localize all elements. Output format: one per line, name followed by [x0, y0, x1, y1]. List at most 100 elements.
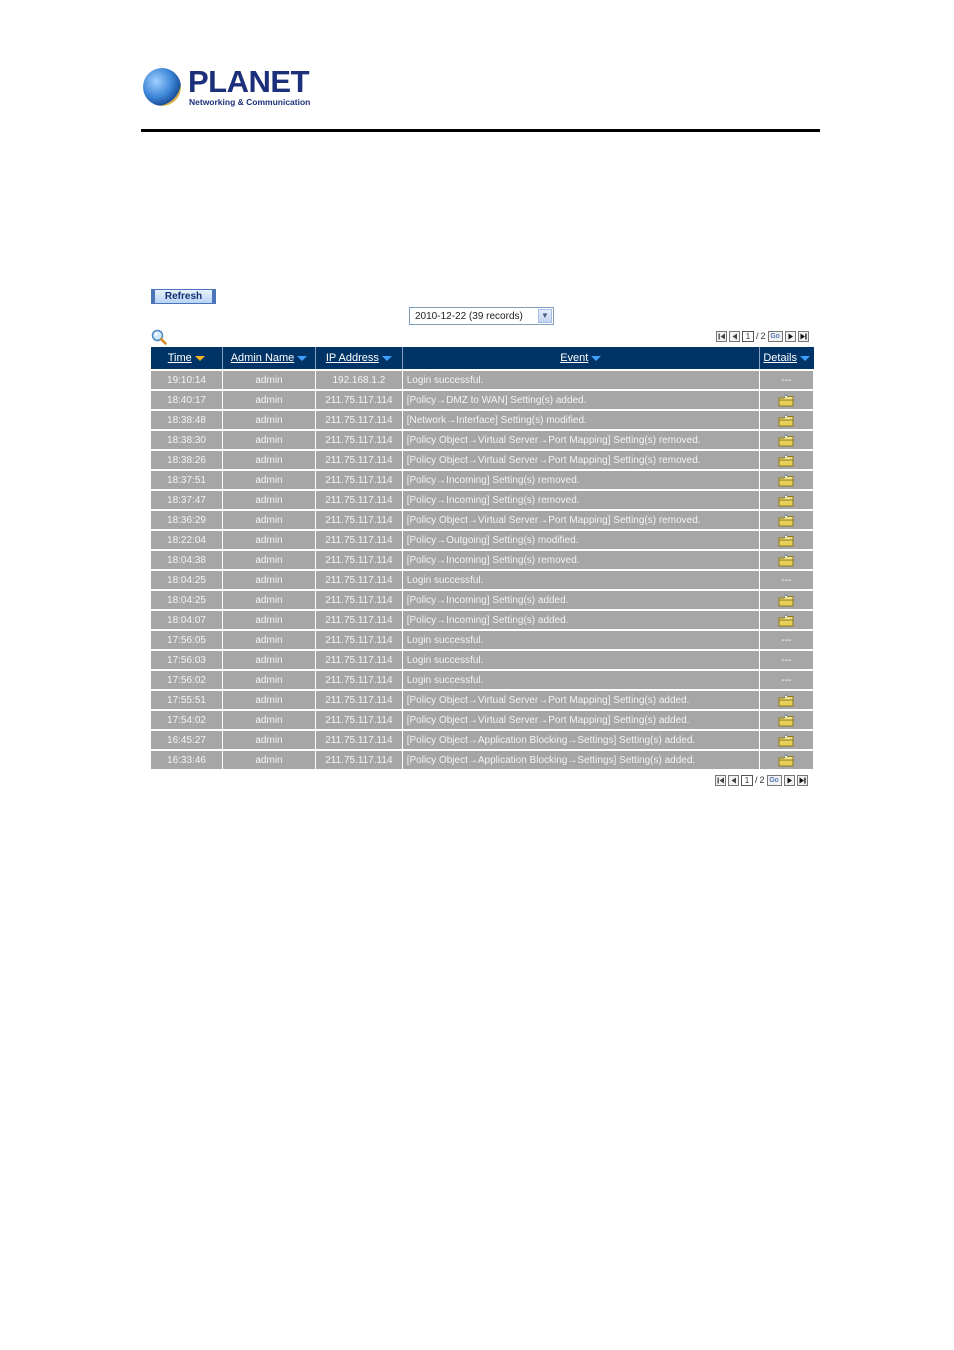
cell-details[interactable]	[758, 509, 815, 531]
column-header-ip-address[interactable]: IP Address	[315, 347, 403, 370]
sort-icon[interactable]	[799, 355, 810, 361]
cell-ip-address: 211.75.117.114	[315, 629, 403, 651]
cell-time: 18:38:30	[150, 429, 223, 451]
sort-icon[interactable]	[381, 355, 392, 361]
next-page-icon[interactable]	[783, 774, 795, 786]
sort-icon[interactable]	[591, 355, 602, 361]
folder-open-icon[interactable]	[778, 473, 794, 487]
last-page-icon[interactable]	[796, 774, 808, 786]
cell-ip-address: 211.75.117.114	[315, 509, 403, 531]
folder-open-icon[interactable]	[778, 693, 794, 707]
cell-admin-name: admin	[221, 469, 317, 491]
table-row: 17:55:51 admin 211.75.117.114 [Policy Objec…	[150, 689, 815, 711]
page-number-input[interactable]: 1	[741, 774, 753, 786]
cell-event: Login successful.	[401, 629, 760, 651]
cell-details[interactable]	[758, 609, 815, 631]
cell-details[interactable]	[758, 709, 815, 731]
cell-details[interactable]	[758, 589, 815, 611]
cell-time: 17:56:05	[150, 629, 223, 651]
cell-details: ---	[758, 649, 815, 671]
cell-admin-name: admin	[221, 449, 317, 471]
prev-page-icon[interactable]	[729, 330, 740, 342]
folder-open-icon[interactable]	[778, 613, 794, 627]
prev-page-icon[interactable]	[728, 774, 739, 786]
page-number-input[interactable]: 1	[742, 330, 754, 342]
cell-details[interactable]	[758, 389, 815, 411]
folder-open-icon[interactable]	[778, 493, 794, 507]
folder-open-icon[interactable]	[778, 453, 794, 467]
table-row: 18:04:25 admin 211.75.117.114 Login success…	[150, 569, 815, 591]
cell-ip-address: 211.75.117.114	[315, 549, 403, 571]
folder-open-icon[interactable]	[778, 713, 794, 727]
folder-open-icon[interactable]	[778, 533, 794, 547]
cell-time: 18:37:51	[150, 469, 223, 491]
first-page-icon[interactable]	[716, 330, 727, 342]
cell-details: ---	[758, 369, 815, 391]
cell-event: [Policy Object→Virtual Server→Port Mappi…	[401, 509, 760, 531]
cell-details[interactable]	[758, 549, 815, 571]
cell-admin-name: admin	[221, 409, 317, 431]
folder-open-icon[interactable]	[778, 413, 794, 427]
cell-time: 18:22:04	[150, 529, 223, 551]
table-row: 17:56:05 admin 211.75.117.114 Login success…	[150, 629, 815, 651]
cell-admin-name: admin	[221, 389, 317, 411]
cell-details[interactable]	[758, 409, 815, 431]
folder-open-icon[interactable]	[778, 593, 794, 607]
cell-ip-address: 211.75.117.114	[315, 689, 403, 711]
cell-details[interactable]	[758, 729, 815, 751]
cell-details[interactable]	[758, 689, 815, 711]
refresh-button[interactable]: Refresh	[151, 289, 216, 304]
cell-time: 18:38:26	[150, 449, 223, 471]
chevron-down-icon[interactable]: ▼	[538, 309, 552, 323]
cell-event: Login successful.	[401, 569, 760, 591]
cell-admin-name: admin	[221, 609, 317, 631]
folder-open-icon[interactable]	[778, 513, 794, 527]
folder-open-icon[interactable]	[778, 393, 794, 407]
cell-ip-address: 211.75.117.114	[315, 649, 403, 671]
date-select[interactable]: 2010-12-22 (39 records) ▼	[409, 307, 554, 325]
first-page-icon[interactable]	[715, 774, 726, 786]
sort-desc-icon[interactable]	[194, 355, 205, 361]
next-page-icon[interactable]	[784, 330, 796, 342]
cell-details[interactable]	[758, 469, 815, 491]
table-row: 17:56:03 admin 211.75.117.114 Login success…	[150, 649, 815, 671]
search-icon[interactable]	[151, 329, 167, 345]
cell-event: Login successful.	[401, 369, 760, 391]
cell-details[interactable]	[758, 489, 815, 511]
go-button[interactable]: Go	[766, 774, 782, 786]
cell-time: 19:10:14	[150, 369, 223, 391]
cell-time: 16:33:46	[150, 749, 223, 770]
cell-details[interactable]	[758, 529, 815, 551]
cell-ip-address: 211.75.117.114	[315, 429, 403, 451]
sort-icon[interactable]	[297, 355, 308, 361]
cell-event: [Policy→Incoming] Setting(s) removed.	[401, 489, 760, 511]
folder-open-icon[interactable]	[778, 553, 794, 567]
cell-time: 17:56:03	[150, 649, 223, 671]
last-page-icon[interactable]	[797, 330, 809, 342]
column-header-time[interactable]: Time	[150, 347, 223, 370]
table-row: 18:36:29 admin 211.75.117.114 [Policy Objec…	[150, 509, 815, 531]
folder-open-icon[interactable]	[778, 753, 794, 767]
no-details-dash: ---	[781, 634, 792, 646]
cell-details[interactable]	[758, 749, 815, 770]
table-row: 17:56:02 admin 211.75.117.114 Login success…	[150, 669, 815, 691]
table-row: 17:54:02 admin 211.75.117.114 [Policy Objec…	[150, 709, 815, 731]
cell-details[interactable]	[758, 429, 815, 451]
cell-ip-address: 211.75.117.114	[315, 589, 403, 611]
cell-admin-name: admin	[221, 529, 317, 551]
cell-event: [Network→Interface] Setting(s) modified.	[401, 409, 760, 431]
table-row: 18:22:04 admin 211.75.117.114 [Policy→Outgo…	[150, 529, 815, 551]
go-button[interactable]: Go	[767, 330, 783, 342]
column-header-admin-name[interactable]: Admin Name	[221, 347, 316, 370]
cell-event: Login successful.	[401, 669, 760, 691]
cell-admin-name: admin	[221, 749, 317, 770]
cell-time: 17:54:02	[150, 709, 223, 731]
cell-time: 18:40:17	[150, 389, 223, 411]
cell-details[interactable]	[758, 449, 815, 471]
cell-details: ---	[758, 669, 815, 691]
column-header-event[interactable]: Event	[401, 347, 760, 370]
folder-open-icon[interactable]	[778, 733, 794, 747]
column-header-details[interactable]: Details	[758, 347, 814, 370]
folder-open-icon[interactable]	[778, 433, 794, 447]
cell-time: 18:04:07	[150, 609, 223, 631]
